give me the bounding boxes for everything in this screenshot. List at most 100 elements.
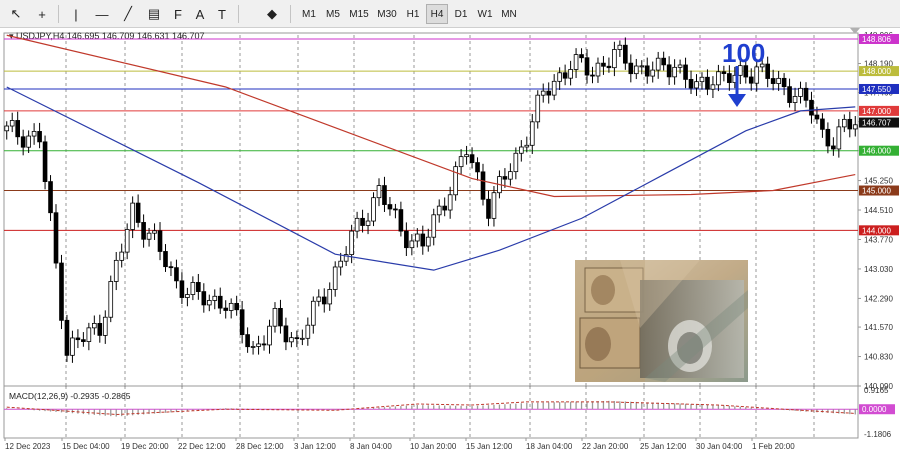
timeframe-d1[interactable]: D1	[450, 4, 472, 24]
y-tick-label: 140.830	[864, 353, 893, 362]
fibonacci-icon[interactable]: F	[168, 4, 188, 24]
candle-body	[113, 259, 119, 282]
x-tick-label: 28 Dec 12:00	[236, 442, 284, 451]
candle-body	[261, 343, 267, 346]
candle-body	[809, 99, 814, 116]
level-label: 147.550	[862, 85, 891, 94]
candle-body	[524, 144, 530, 148]
candle-body	[42, 141, 48, 182]
candle-body	[256, 343, 261, 347]
candle-body	[688, 78, 694, 89]
candle-body	[579, 54, 584, 59]
candle-body	[382, 185, 387, 205]
candle-body	[371, 197, 376, 222]
chart-symbol: ▾ USDJPY,H4 146.695 146.709 146.631 146.…	[9, 31, 205, 41]
candle-body	[26, 135, 31, 148]
candle-body	[573, 54, 579, 70]
candle-body	[64, 319, 70, 356]
shapes-icon[interactable]: ◆	[262, 4, 282, 24]
level-label: 144.000	[862, 226, 891, 235]
cursor-icon[interactable]: ↖	[6, 4, 26, 24]
candle-body	[102, 316, 108, 336]
y-tick-label: 143.030	[864, 265, 893, 274]
label-icon[interactable]: T	[212, 4, 232, 24]
candle-body	[141, 222, 146, 240]
x-tick-label: 8 Jan 04:00	[350, 442, 392, 451]
vertical-line-icon[interactable]: |	[66, 4, 86, 24]
candle-body	[349, 230, 354, 255]
candle-body	[185, 294, 190, 298]
candle-body	[108, 281, 114, 318]
crosshair-icon[interactable]: +	[32, 4, 52, 24]
timeframe-w1[interactable]: W1	[474, 4, 496, 24]
candle-body	[179, 280, 185, 298]
level-label: 148.000	[862, 67, 891, 76]
candle-body	[223, 307, 229, 311]
macd-zero-label: 0.0000	[862, 405, 887, 414]
candle-body	[765, 63, 770, 79]
candle-body	[710, 84, 716, 90]
candle-body	[201, 291, 207, 306]
candle-body	[327, 289, 333, 305]
usdjpy-chart[interactable]: ▾ USDJPY,H4 146.695 146.709 146.631 146.…	[0, 28, 900, 457]
candle-body	[316, 296, 322, 302]
candle-body	[628, 62, 634, 75]
channel-icon[interactable]: ▤	[144, 4, 164, 24]
candle-body	[146, 232, 152, 240]
candle-body	[672, 66, 677, 78]
candle-body	[442, 205, 448, 211]
timeframe-h4[interactable]: H4	[426, 4, 448, 24]
timeframe-mn[interactable]: MN	[498, 4, 520, 24]
level-label: 146.000	[862, 147, 891, 156]
timeframe-h1[interactable]: H1	[402, 4, 424, 24]
y-tick-label: 143.770	[864, 235, 893, 244]
trendline-icon[interactable]: ╱	[118, 4, 138, 24]
candle-body	[48, 181, 53, 214]
timeframe-m15[interactable]: M15	[346, 4, 372, 24]
candle-body	[590, 74, 595, 77]
candle-body	[803, 87, 809, 101]
candle-body	[529, 121, 535, 146]
candle-body	[464, 154, 469, 158]
y-tick-label: 144.510	[864, 206, 893, 215]
candle-body	[612, 49, 617, 69]
candle-body	[770, 78, 776, 84]
candle-body	[86, 327, 92, 342]
candle-body	[798, 87, 803, 97]
candle-body	[546, 90, 552, 96]
text-icon[interactable]: A	[190, 4, 210, 24]
candle-body	[168, 266, 174, 269]
x-tick-label: 19 Dec 20:00	[121, 442, 169, 451]
timeframe-m5[interactable]: M5	[322, 4, 344, 24]
candle-body	[190, 282, 196, 295]
candle-body	[31, 131, 37, 137]
x-tick-label: 18 Jan 04:00	[526, 442, 573, 451]
timeframe-m30[interactable]: M30	[374, 4, 400, 24]
horizontal-line-icon[interactable]: —	[92, 4, 112, 24]
candle-body	[836, 126, 842, 150]
candle-body	[124, 229, 130, 253]
candle-body	[639, 65, 645, 68]
x-tick-label: 30 Jan 04:00	[696, 442, 743, 451]
toolbar: ↖ + | — ╱ ▤ F A T ◆ M1 M5 M15 M30 H1 H4 D1 W1 MN	[0, 0, 900, 28]
candle-body	[655, 57, 661, 71]
candle-body	[623, 44, 628, 64]
candle-body	[278, 308, 283, 327]
candle-body	[787, 86, 792, 103]
candle-body	[519, 146, 524, 154]
candle-body	[130, 202, 135, 230]
x-tick-label: 12 Dec 2023	[5, 442, 51, 451]
candle-body	[792, 96, 798, 103]
candle-body	[9, 120, 15, 127]
candle-body	[414, 233, 420, 242]
candle-body	[617, 44, 623, 50]
candle-body	[595, 62, 601, 77]
candle-body	[694, 81, 699, 89]
candle-body	[469, 154, 475, 163]
candle-body	[661, 57, 666, 66]
candle-body	[376, 185, 382, 199]
macd-header: MACD(12,26,9) -0.2935 -0.2865	[9, 391, 131, 401]
timeframe-m1[interactable]: M1	[298, 4, 320, 24]
level-label: 148.806	[862, 35, 891, 44]
x-tick-label: 25 Jan 12:00	[640, 442, 687, 451]
